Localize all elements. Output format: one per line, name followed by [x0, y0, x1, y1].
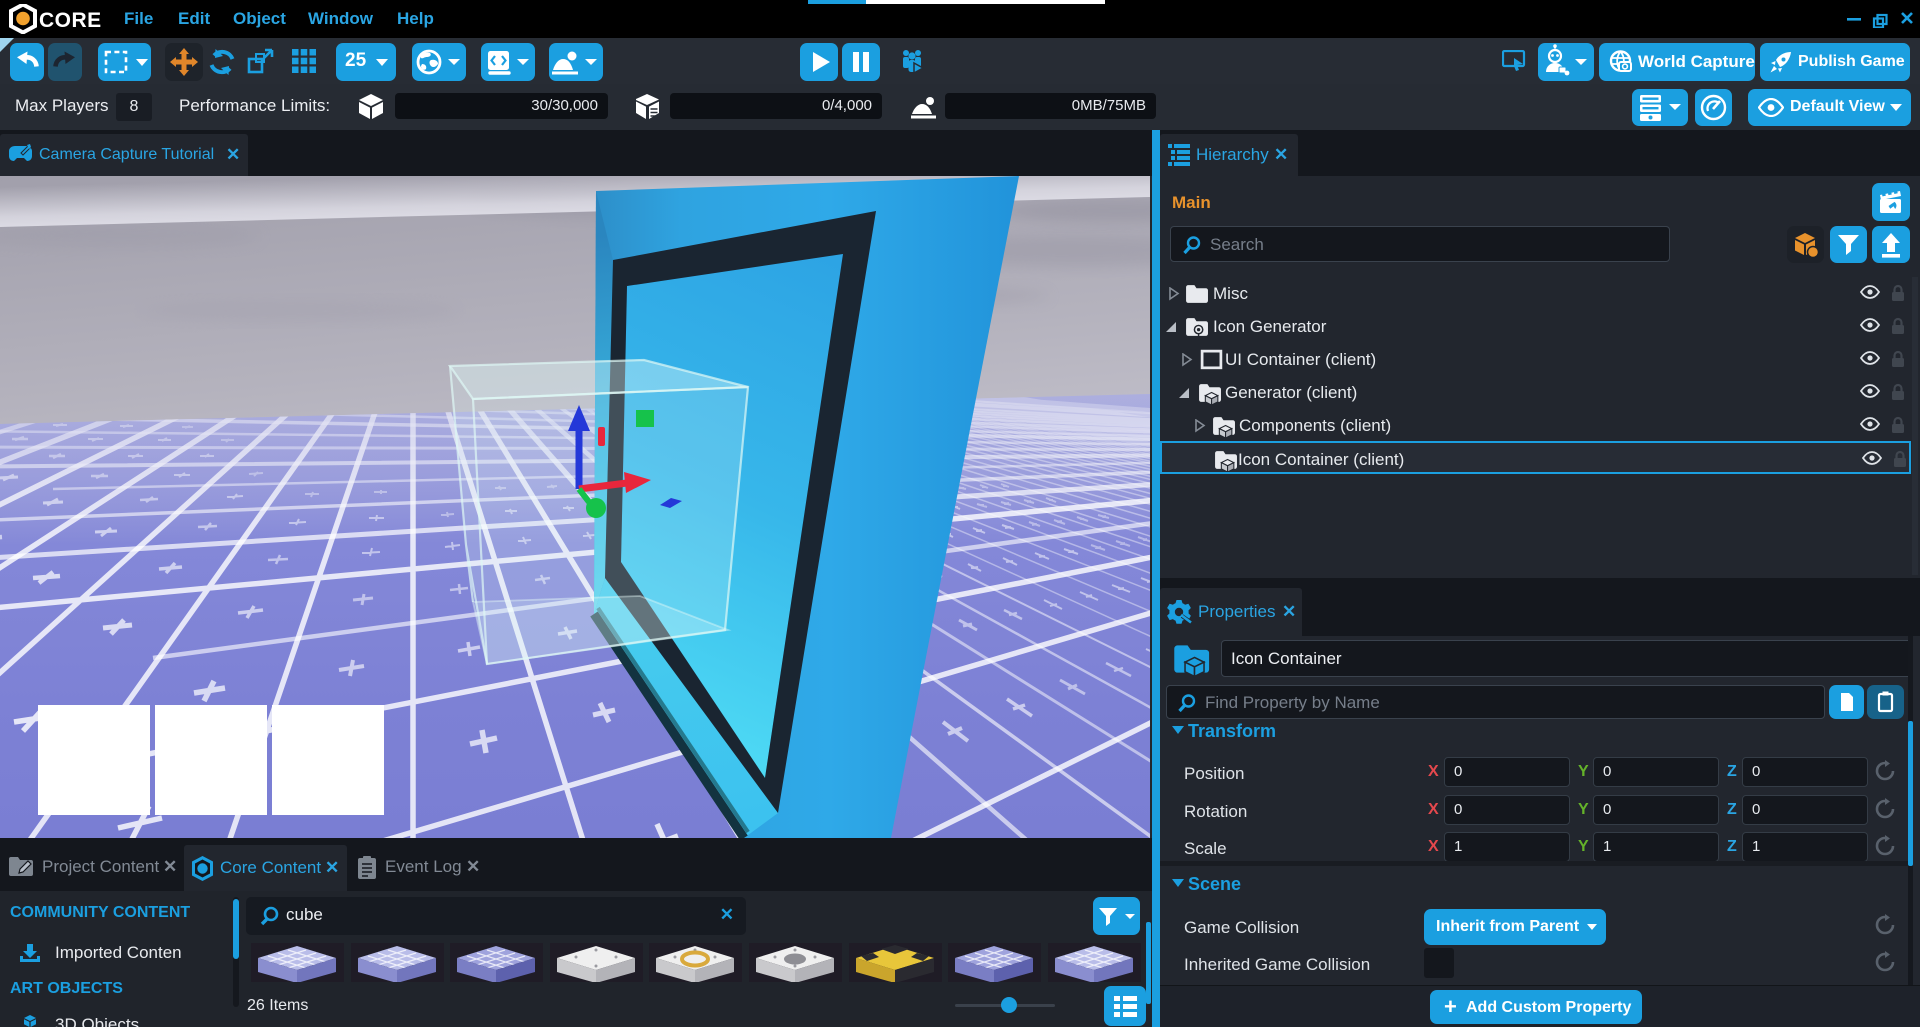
svg-text:CORE: CORE	[39, 9, 102, 32]
